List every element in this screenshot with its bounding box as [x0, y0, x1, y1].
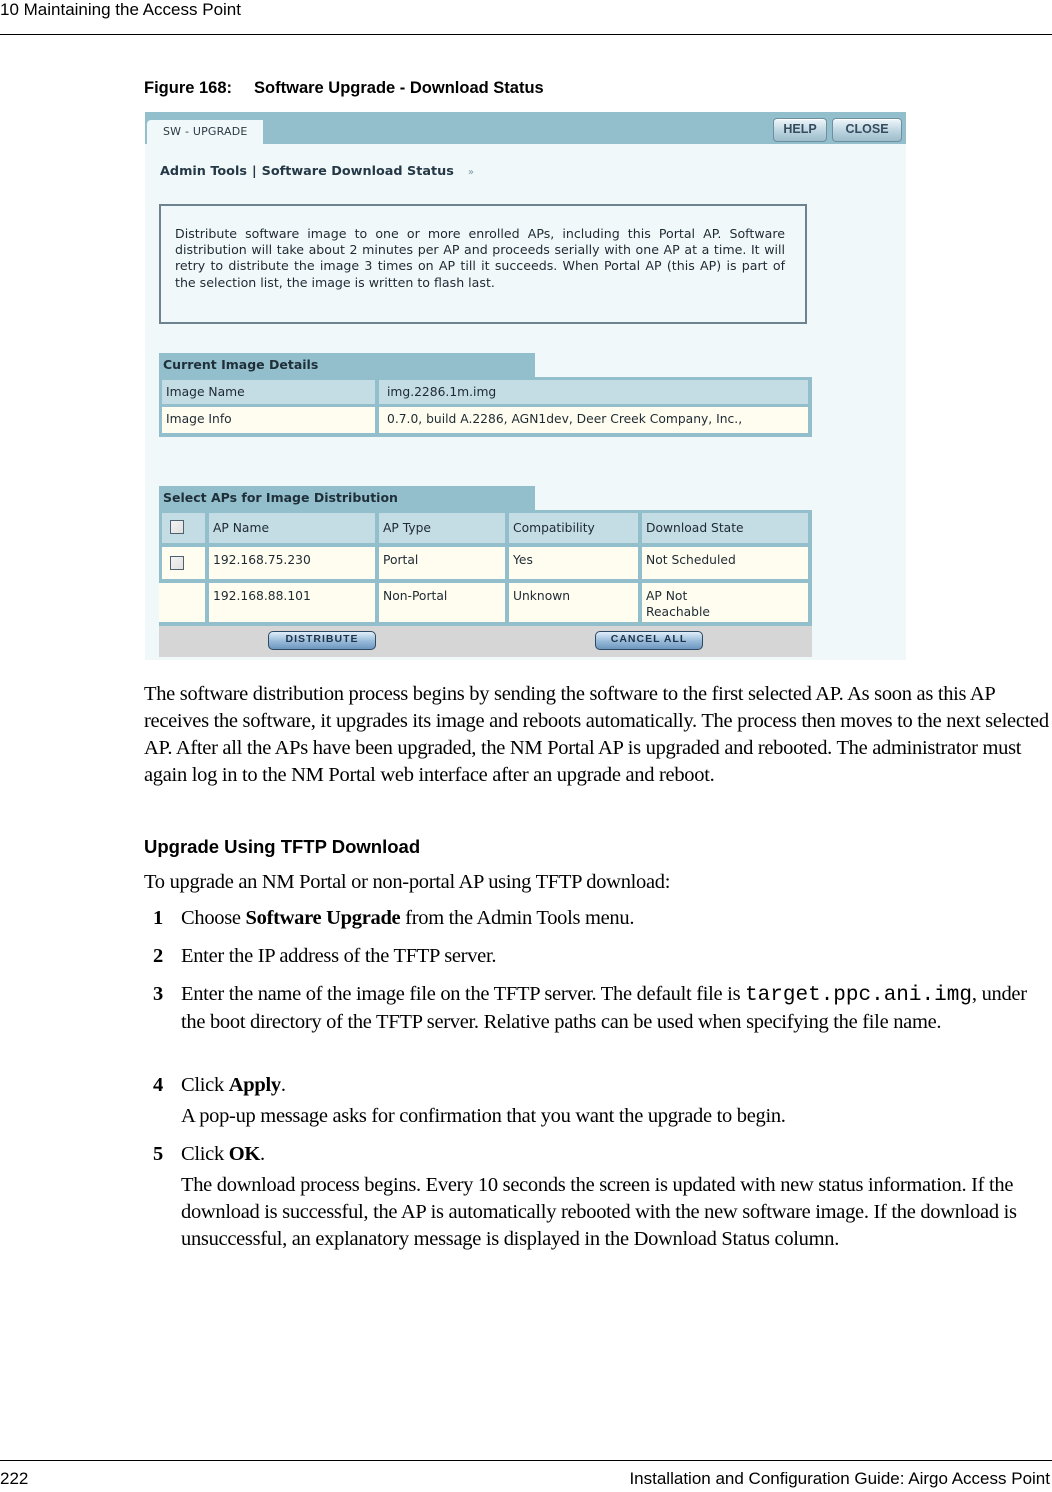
table-row-checkbox-cell	[162, 547, 205, 579]
step-number: 3	[153, 983, 163, 1005]
tab-sw-upgrade[interactable]: SW - UPGRADE	[147, 120, 263, 144]
info-box: Distribute software image to one or more…	[159, 204, 807, 324]
page-number: 222	[0, 1469, 29, 1488]
step-text-pre: Choose	[181, 907, 246, 929]
step-text: Enter the IP address of the TFTP server.	[181, 945, 497, 967]
close-button[interactable]: CLOSE	[832, 118, 902, 142]
select-aps-title: Select APs for Image Distribution	[159, 486, 535, 510]
button-name: OK	[228, 1143, 261, 1165]
step-text-pre: Click	[181, 1074, 229, 1096]
breadcrumb-parent[interactable]: Admin Tools	[160, 164, 247, 179]
step-text: Click Apply.	[181, 1072, 1051, 1099]
footer-rule	[0, 1460, 1052, 1461]
step-number: 2	[153, 945, 163, 967]
step-text: Click OK.	[181, 1141, 1051, 1168]
select-all-cell	[162, 513, 205, 543]
image-name-value: img.2286.1m.img	[379, 380, 808, 404]
current-image-title: Current Image Details	[159, 353, 535, 377]
button-name: Apply	[228, 1074, 281, 1096]
current-image-table: Image Name img.2286.1m.img Image Info 0.…	[159, 377, 812, 437]
figure-number: Figure 168:	[144, 79, 233, 97]
ap-type-cell: Portal	[379, 547, 505, 579]
book-title: Installation and Configuration Guide: Ai…	[629, 1469, 1050, 1488]
running-header: 10 Maintaining the Access Point	[0, 0, 241, 19]
select-all-checkbox[interactable]	[170, 520, 184, 534]
download-state-cell: Not Scheduled	[642, 547, 808, 579]
download-state-cell: AP Not Reachable	[642, 583, 808, 622]
step-text: Choose Software Upgrade from the Admin T…	[181, 905, 1051, 932]
image-name-label: Image Name	[162, 380, 375, 404]
compatibility-cell: Yes	[509, 547, 638, 579]
step-number: 5	[153, 1143, 163, 1165]
step-text-post: from the Admin Tools menu.	[400, 907, 635, 929]
step-text-post: .	[260, 1143, 265, 1165]
breadcrumb-separator: |	[251, 164, 257, 179]
help-button[interactable]: HELP	[773, 118, 827, 142]
action-bar: DISTRIBUTE CANCEL ALL	[159, 626, 812, 657]
step-text: Enter the name of the image file on the …	[181, 981, 1051, 1036]
column-ap-type: AP Type	[379, 513, 505, 543]
intro-paragraph: The software distribution process begins…	[144, 683, 1049, 786]
figure-title: Software Upgrade - Download Status	[254, 79, 544, 97]
cancel-all-button[interactable]: CANCEL ALL	[595, 631, 703, 650]
image-info-label: Image Info	[162, 407, 375, 433]
step-result: The download process begins. Every 10 se…	[181, 1174, 1017, 1250]
step-text-post: .	[280, 1074, 286, 1096]
info-text: Distribute software image to one or more…	[175, 226, 785, 290]
step-number: 1	[153, 907, 163, 929]
ap-table: AP Name AP Type Compatibility Download S…	[159, 510, 812, 626]
ap-name-cell: 192.168.75.230	[209, 547, 375, 579]
double-chevron-icon: »	[467, 167, 474, 178]
lead-paragraph: To upgrade an NM Portal or non-portal AP…	[144, 871, 671, 893]
menu-item-name: Software Upgrade	[245, 907, 401, 929]
column-download-state: Download State	[642, 513, 808, 543]
column-compatibility: Compatibility	[509, 513, 638, 543]
image-info-value: 0.7.0, build A.2286, AGN1dev, Deer Creek…	[379, 407, 808, 433]
distribute-button[interactable]: DISTRIBUTE	[268, 631, 376, 650]
column-ap-name: AP Name	[209, 513, 375, 543]
breadcrumb-current: Software Download Status	[261, 164, 454, 179]
ap-name-cell: 192.168.88.101	[209, 583, 375, 622]
row-checkbox[interactable]	[170, 556, 184, 570]
step-result: A pop-up message asks for confirmation t…	[181, 1105, 786, 1127]
section-heading: Upgrade Using TFTP Download	[144, 836, 421, 857]
compatibility-cell: Unknown	[509, 583, 638, 622]
step-number: 4	[153, 1074, 163, 1096]
table-row-empty-cell	[159, 583, 205, 622]
breadcrumb: Admin Tools | Software Download Status »	[160, 164, 474, 179]
step-text-pre: Click	[181, 1143, 229, 1165]
default-filename: target.ppc.ani.img	[745, 984, 972, 1007]
step-text-pre: Enter the name of the image file on the …	[181, 983, 746, 1005]
top-bar: SW - UPGRADE HELP CLOSE	[145, 112, 906, 144]
software-upgrade-screen: SW - UPGRADE HELP CLOSE Admin Tools | Soft…	[145, 112, 906, 660]
ap-type-cell: Non-Portal	[379, 583, 505, 622]
header-rule	[0, 34, 1052, 35]
figure-caption: Figure 168: Software Upgrade - Download S…	[144, 79, 544, 98]
